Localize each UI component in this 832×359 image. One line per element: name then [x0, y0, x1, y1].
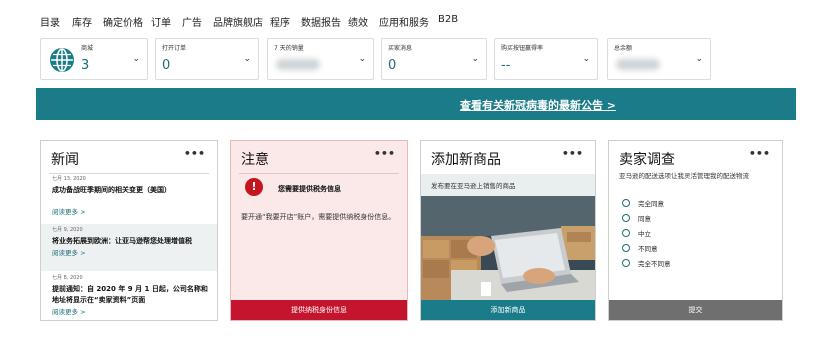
chevron-down-icon[interactable]: ⌄: [243, 54, 251, 64]
notice-card: 注意 ••• ! 您需要提供税务信息 要开通“我要开店”账户，需要提供纳税身份信…: [230, 140, 408, 321]
survey-option[interactable]: 完全不同意: [622, 258, 671, 268]
covid-announcement-link[interactable]: 查看有关新冠病毒的最新公告 >: [460, 97, 616, 113]
add-product-card: 添加新商品 ••• 发布要在亚马逊上销售的商品 添加新商品: [420, 140, 596, 321]
metric-label: 购买按钮赢得率: [501, 45, 544, 52]
nav-item-advertising[interactable]: 广告: [182, 14, 202, 29]
news-date: 七月 8, 2020: [52, 275, 83, 281]
nav-item-orders[interactable]: 订单: [151, 14, 171, 29]
metric-value: 3: [81, 58, 90, 73]
survey-question: 亚马逊的配送选项让我灵活管理我的配送物流: [619, 172, 749, 180]
survey-option-label: 中立: [638, 230, 651, 238]
radio-button[interactable]: [622, 229, 630, 237]
seller-photo-image: [421, 196, 595, 302]
survey-option-label: 同意: [638, 215, 651, 223]
nav-item-brand-store[interactable]: 品牌旗舰店: [213, 14, 263, 29]
more-options-icon[interactable]: •••: [562, 147, 583, 160]
read-more-link[interactable]: 阅读更多 >: [52, 249, 213, 258]
divider: [49, 173, 209, 174]
chevron-down-icon[interactable]: ⌄: [471, 54, 479, 64]
provide-tax-info-button[interactable]: 提供纳税身份信息: [231, 300, 407, 320]
news-headline: 提前通知：自 2020 年 9 月 1 日起，公司名称和地址将显示在“卖家资料”…: [52, 285, 208, 304]
news-card: 新闻 ••• 七月 13, 2020 成功备战旺季期间的相关变更（美国） 阅读更…: [40, 140, 218, 321]
covid-banner: 查看有关新冠病毒的最新公告 >: [36, 88, 796, 120]
seller-survey-card: 卖家调查 ••• 亚马逊的配送选项让我灵活管理我的配送物流 完全同意 同意 中立…: [608, 140, 783, 321]
survey-option-label: 不同意: [638, 245, 658, 253]
survey-option-label: 完全不同意: [638, 260, 671, 268]
radio-button[interactable]: [622, 259, 630, 267]
nav-item-b2b[interactable]: B2B: [438, 14, 458, 25]
metric-label: 商城: [81, 45, 94, 52]
nav-item-performance[interactable]: 绩效: [348, 14, 368, 29]
nav-item-reports[interactable]: 数据报告: [301, 14, 341, 29]
blurred-value: [276, 59, 320, 70]
metric-label: 打开订单: [162, 45, 187, 52]
submit-button[interactable]: 提交: [609, 300, 782, 320]
news-item: 七月 8, 2020 提前通知：自 2020 年 9 月 1 日起，公司名称和地…: [41, 274, 217, 320]
metric-open-orders[interactable]: 打开订单 0 ⌄: [155, 38, 259, 80]
survey-option[interactable]: 同意: [622, 213, 651, 223]
top-nav: 目录 库存 确定价格 订单 广告 品牌旗舰店 程序 数据报告 绩效 应用和服务 …: [0, 0, 832, 34]
card-title: 卖家调查: [619, 152, 675, 168]
metric-value: 0: [388, 58, 397, 73]
radio-button[interactable]: [622, 244, 630, 252]
nav-item-inventory[interactable]: 库存: [72, 14, 92, 29]
chevron-down-icon[interactable]: ⌄: [695, 54, 703, 64]
news-headline: 成功备战旺季期间的相关变更（美国）: [52, 186, 171, 194]
metric-buy-box-rate[interactable]: 购买按钮赢得率 -- ⌄: [494, 38, 598, 80]
survey-option[interactable]: 不同意: [622, 243, 658, 253]
card-title: 注意: [241, 152, 269, 168]
nav-item-apps-services[interactable]: 应用和服务: [379, 14, 429, 29]
notice-heading: 您需要提供税务信息: [278, 185, 341, 193]
news-item: 七月 13, 2020 成功备战旺季期间的相关变更（美国） 阅读更多 >: [41, 175, 217, 222]
chevron-down-icon[interactable]: ⌄: [582, 54, 590, 64]
survey-option[interactable]: 完全同意: [622, 198, 664, 208]
metric-value: --: [501, 58, 511, 73]
more-options-icon[interactable]: •••: [184, 147, 205, 160]
divider: [239, 173, 399, 174]
add-product-subtitle: 发布要在亚马逊上销售的商品: [431, 182, 516, 190]
alert-icon: !: [245, 178, 263, 196]
card-title: 添加新商品: [431, 152, 501, 168]
read-more-link[interactable]: 阅读更多 >: [52, 208, 213, 217]
survey-option-label: 完全同意: [638, 200, 664, 208]
metric-marketplace[interactable]: 商城 3 ⌄: [40, 38, 148, 80]
metric-label: 买家消息: [388, 45, 413, 52]
chevron-down-icon[interactable]: ⌄: [132, 54, 140, 64]
add-new-product-button[interactable]: 添加新商品: [421, 300, 595, 320]
nav-item-catalog[interactable]: 目录: [40, 14, 60, 29]
notice-body: 要开通“我要开店”账户，需要提供纳税身份信息。: [241, 213, 396, 221]
radio-button[interactable]: [622, 214, 630, 222]
news-headline: 将业务拓展到欧洲：让亚马逊帮您处理增值税: [52, 237, 192, 245]
nav-item-programs[interactable]: 程序: [270, 14, 290, 29]
card-title: 新闻: [51, 152, 79, 168]
chevron-down-icon[interactable]: ⌄: [358, 54, 366, 64]
survey-option[interactable]: 中立: [622, 228, 651, 238]
nav-item-pricing[interactable]: 确定价格: [103, 14, 143, 29]
read-more-link[interactable]: 阅读更多 >: [52, 308, 213, 317]
metric-value: 0: [162, 58, 171, 73]
radio-button[interactable]: [622, 199, 630, 207]
metric-7day-sales[interactable]: 7 天的销量 ⌄: [267, 38, 374, 80]
news-item: 七月 9, 2020 将业务拓展到欧洲：让亚马逊帮您处理增值税 阅读更多 >: [41, 224, 217, 271]
metric-buyer-messages[interactable]: 买家消息 0 ⌄: [381, 38, 487, 80]
news-date: 七月 13, 2020: [52, 176, 86, 182]
metric-total-balance[interactable]: 总余额 ⌄: [607, 38, 711, 80]
metric-label: 7 天的销量: [274, 45, 304, 52]
more-options-icon[interactable]: •••: [374, 147, 395, 160]
more-options-icon[interactable]: •••: [749, 147, 770, 160]
metric-label: 总余额: [614, 45, 633, 52]
news-date: 七月 9, 2020: [52, 227, 83, 233]
add-product-subtitle-strip: 发布要在亚马逊上销售的商品: [421, 174, 595, 196]
blurred-value: [616, 59, 660, 70]
globe-icon: [50, 48, 74, 72]
